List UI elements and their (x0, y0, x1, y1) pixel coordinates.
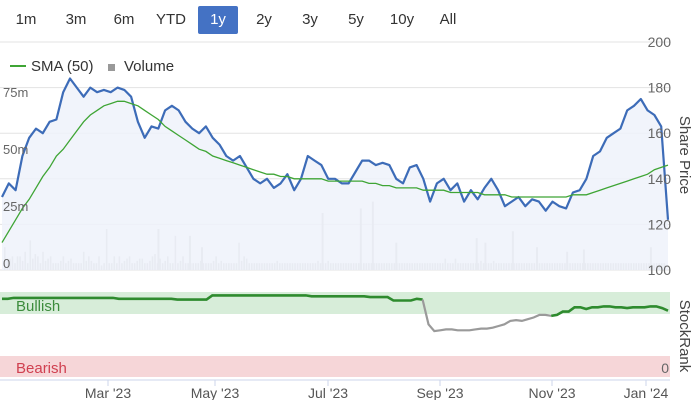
legend-volume-label: Volume (124, 58, 174, 75)
volume-tick-label: 25m (3, 199, 28, 214)
x-tick-label: Jan '24 (624, 385, 669, 400)
volume-tick-label: 75m (3, 85, 28, 100)
x-tick-label: May '23 (191, 385, 240, 400)
x-tick-label: Mar '23 (85, 385, 131, 400)
stockrank-tick-label: 0 (661, 360, 669, 376)
legend: SMA (50) Volume (10, 58, 174, 75)
x-axis: Mar '23 May '23 Jul '23 Sep '23 Nov '23 Jan '… (0, 379, 670, 400)
price-tick-label: 140 (648, 171, 672, 187)
bullish-label: Bullish (16, 298, 60, 315)
price-tick-label: 180 (648, 80, 672, 96)
stock-chart: 100120140160180200Share Price025m50m75m … (0, 34, 693, 400)
x-tick-label: Sep '23 (416, 385, 463, 400)
price-tick-label: 160 (648, 125, 672, 141)
volume-tick-label: 0 (3, 256, 10, 271)
price-tick-label: 120 (648, 216, 672, 232)
bearish-band (0, 356, 670, 377)
legend-sma-label: SMA (50) (31, 58, 94, 75)
price-tick-label: 200 (648, 34, 672, 50)
price-tick-label: 100 (648, 262, 672, 278)
stockrank-panel: Bullish Bearish 0 StockRank (0, 292, 693, 377)
x-tick-label: Jul '23 (308, 385, 348, 400)
bearish-label: Bearish (16, 360, 67, 377)
legend-volume-swatch (108, 64, 115, 71)
x-tick-label: Nov '23 (528, 385, 575, 400)
stockrank-axis-label: StockRank (676, 300, 693, 373)
volume-tick-label: 50m (3, 142, 28, 157)
share-price-axis-label: Share Price (676, 116, 693, 194)
